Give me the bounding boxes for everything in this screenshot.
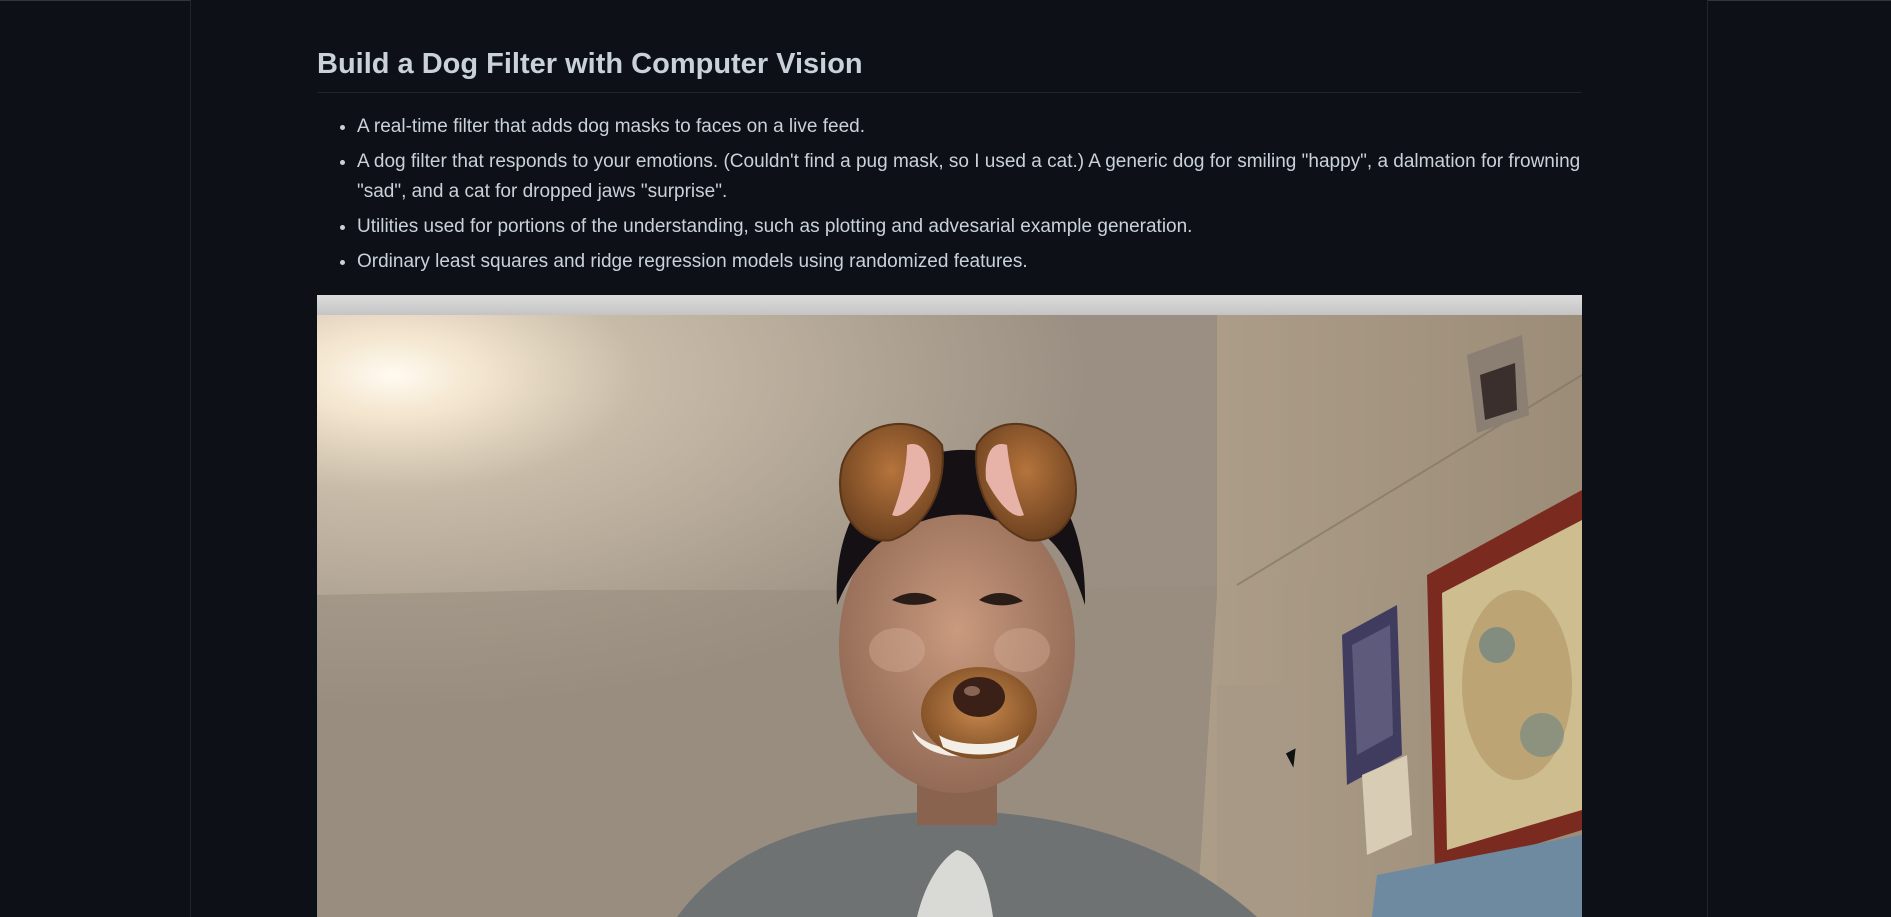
list-item: A real-time filter that adds dog masks t… — [357, 112, 1582, 142]
webcam-dog-filter-image — [317, 315, 1582, 917]
section-heading: Build a Dog Filter with Computer Vision — [317, 46, 1582, 93]
list-item: A dog filter that responds to your emoti… — [357, 147, 1582, 207]
feature-list: A real-time filter that adds dog masks t… — [317, 112, 1582, 282]
demo-gif — [317, 295, 1582, 917]
list-item: Ordinary least squares and ridge regress… — [357, 247, 1582, 277]
list-item: Utilities used for portions of the under… — [357, 212, 1582, 242]
page: Build a Dog Filter with Computer Vision … — [0, 0, 1891, 917]
window-titlebar — [317, 295, 1582, 316]
